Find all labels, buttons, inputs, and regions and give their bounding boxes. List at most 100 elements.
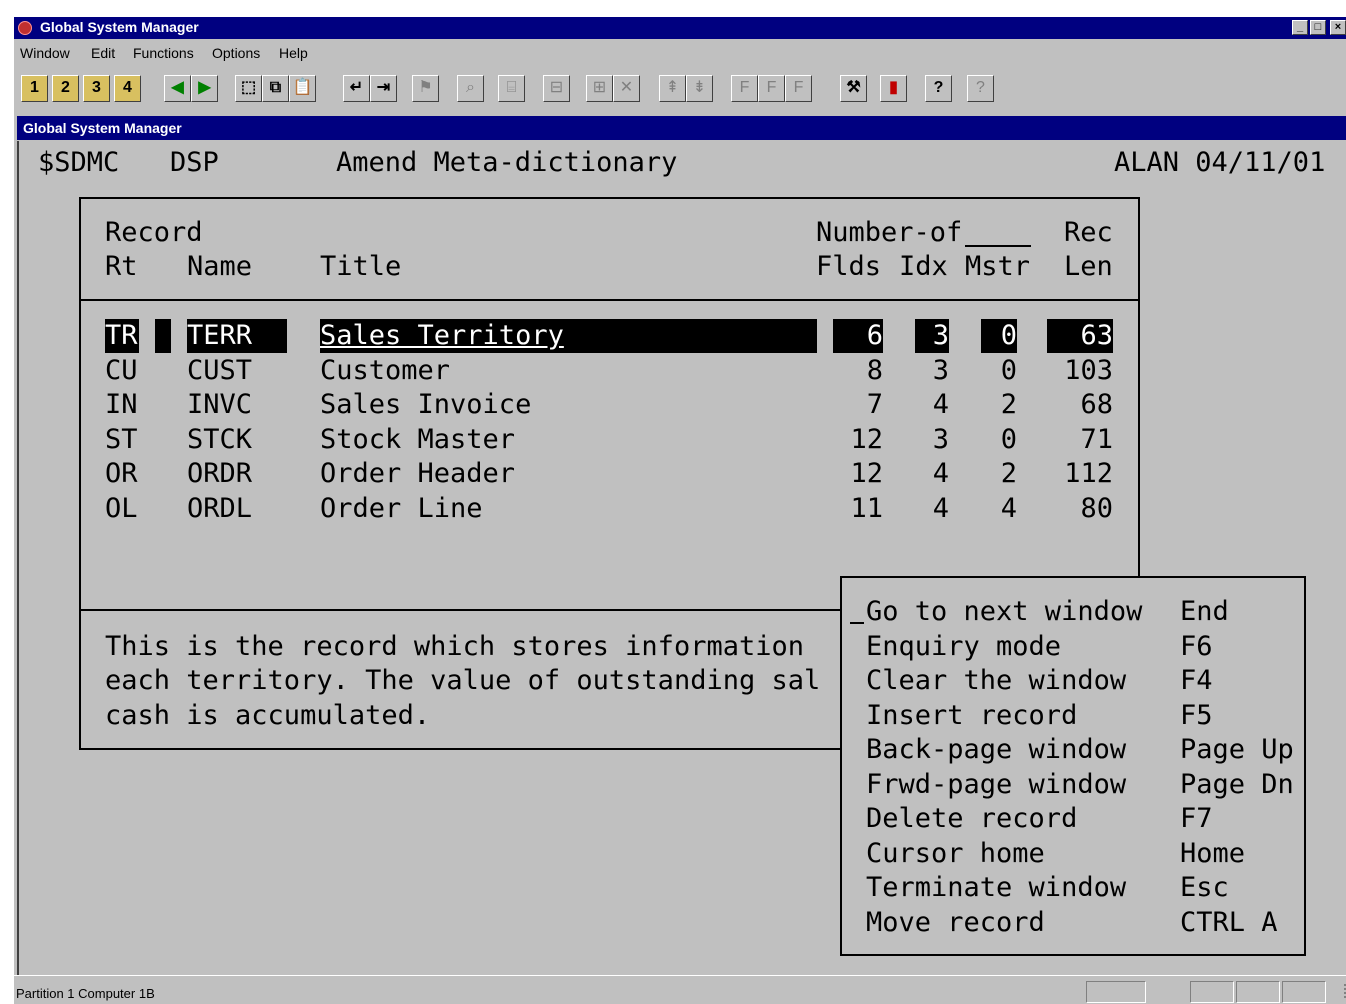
minimize-icon[interactable]: _ xyxy=(1292,20,1308,35)
row-rt-field[interactable]: CU xyxy=(105,354,138,388)
column-header-len: Len xyxy=(1064,251,1113,282)
menu-item-label[interactable]: Go to next window xyxy=(866,595,1142,629)
search-icon[interactable]: ⌕ xyxy=(457,75,484,102)
menu-item-label[interactable]: Clear the window xyxy=(866,664,1126,698)
row-len-field[interactable]: 63 xyxy=(1047,319,1113,353)
help-icon[interactable]: ? xyxy=(925,75,952,102)
chart-icon[interactable]: ▮ xyxy=(880,75,907,102)
row-len-field[interactable]: 112 xyxy=(1047,457,1113,491)
row-name-field[interactable]: TERR xyxy=(187,319,287,353)
main-title-bar[interactable]: Global System Manager _ □ × xyxy=(14,17,1346,39)
row-mstr-field[interactable]: 0 xyxy=(981,354,1017,388)
row-title-field[interactable]: Customer xyxy=(320,354,450,388)
row-name-field[interactable]: INVC xyxy=(187,388,252,422)
exit-door-icon[interactable]: ⇥ xyxy=(370,75,397,102)
row-title-field[interactable]: Stock Master xyxy=(320,423,515,457)
row-idx-field[interactable]: 3 xyxy=(915,319,949,353)
disabled-tool-icon[interactable]: ⚑ xyxy=(412,75,439,102)
row-flds-field[interactable]: 6 xyxy=(833,319,883,353)
menu-options[interactable]: Options xyxy=(212,45,260,61)
maximize-icon[interactable]: □ xyxy=(1310,20,1326,35)
menu-item-label[interactable]: Cursor home xyxy=(866,837,1045,871)
row-mstr-field[interactable]: 0 xyxy=(981,319,1017,353)
paste-icon[interactable]: 📋 xyxy=(289,75,316,102)
tools-icon[interactable]: ⚒ xyxy=(840,75,867,102)
menu-item-key: Page Up xyxy=(1180,734,1294,765)
resize-grip-icon[interactable] xyxy=(1330,984,1346,998)
partition-1-button[interactable]: 1 xyxy=(21,75,48,102)
inner-title-bar[interactable]: Global System Manager xyxy=(17,116,1346,140)
menu-item-label[interactable]: Enquiry mode xyxy=(866,630,1061,664)
row-flds-field[interactable]: 11 xyxy=(833,492,883,526)
row-rt-field[interactable]: OR xyxy=(105,457,138,491)
row-idx-field[interactable]: 3 xyxy=(915,354,949,388)
page-down-icon[interactable]: ⇟ xyxy=(686,75,713,102)
copy-icon[interactable]: ⧉ xyxy=(262,75,289,102)
menu-functions[interactable]: Functions xyxy=(133,45,194,61)
menu-item-label[interactable]: Delete record xyxy=(866,802,1077,836)
row-rt-field[interactable]: IN xyxy=(105,388,138,422)
row-title-field[interactable]: Order Line xyxy=(320,492,483,526)
menu-item-key: CTRL A xyxy=(1180,907,1278,938)
menu-item-label[interactable]: Move record xyxy=(866,906,1045,940)
column-header-rt: Rt xyxy=(105,251,138,282)
row-name-field[interactable]: CUST xyxy=(187,354,252,388)
column-header-mstr: Mstr xyxy=(965,251,1031,282)
row-idx-field[interactable]: 4 xyxy=(915,388,949,422)
menu-item-label[interactable]: Back-page window xyxy=(866,733,1126,767)
row-rt-field[interactable]: OL xyxy=(105,492,138,526)
row-len-field[interactable]: 68 xyxy=(1047,388,1113,422)
menu-item-label[interactable]: Frwd-page window xyxy=(866,768,1126,802)
partition-2-button[interactable]: 2 xyxy=(52,75,79,102)
page-up-icon[interactable]: ⇞ xyxy=(659,75,686,102)
row-rt-field[interactable]: ST xyxy=(105,423,138,457)
insert-row-icon[interactable]: ⊞ xyxy=(586,75,613,102)
row-flds-field[interactable]: 12 xyxy=(833,423,883,457)
row-mstr-field[interactable]: 4 xyxy=(981,492,1017,526)
enter-icon[interactable]: ↵ xyxy=(343,75,370,102)
delete-row-icon[interactable]: ✕ xyxy=(613,75,640,102)
row-flds-field[interactable]: 8 xyxy=(833,354,883,388)
find-icon[interactable]: ⌸ xyxy=(498,75,525,102)
row-mstr-field[interactable]: 2 xyxy=(981,388,1017,422)
row-title-field[interactable]: Sales Invoice xyxy=(320,388,531,422)
app-icon[interactable] xyxy=(18,21,32,35)
close-icon[interactable]: × xyxy=(1330,20,1346,35)
row-len-field[interactable]: 80 xyxy=(1047,492,1113,526)
partition-3-button[interactable]: 3 xyxy=(83,75,110,102)
column-header-idx: Idx xyxy=(899,251,948,282)
menu-item-label[interactable]: Insert record xyxy=(866,699,1077,733)
f3-key-icon[interactable]: F xyxy=(785,75,812,102)
row-idx-field[interactable]: 4 xyxy=(915,457,949,491)
column-header-record: Record xyxy=(105,217,203,248)
form-icon[interactable]: ⊟ xyxy=(543,75,570,102)
partition-4-button[interactable]: 4 xyxy=(114,75,141,102)
inner-window-title: Global System Manager xyxy=(23,120,182,136)
row-title-field[interactable]: Order Header xyxy=(320,457,515,491)
row-rt-field[interactable]: TR xyxy=(105,319,139,353)
menu-window[interactable]: Window xyxy=(20,45,70,61)
previous-arrow-icon[interactable]: ◀ xyxy=(164,75,191,102)
row-flds-field[interactable]: 12 xyxy=(833,457,883,491)
row-mstr-field[interactable]: 0 xyxy=(981,423,1017,457)
row-len-field[interactable]: 103 xyxy=(1047,354,1113,388)
row-name-field[interactable]: ORDR xyxy=(187,457,252,491)
menu-help[interactable]: Help xyxy=(279,45,308,61)
column-header-rec: Rec xyxy=(1064,217,1113,248)
row-name-field[interactable]: ORDL xyxy=(187,492,252,526)
f2-key-icon[interactable]: F xyxy=(758,75,785,102)
row-title-field[interactable]: Sales Territory xyxy=(320,319,817,353)
row-idx-field[interactable]: 3 xyxy=(915,423,949,457)
window-title: Global System Manager xyxy=(40,19,199,35)
f1-key-icon[interactable]: F xyxy=(731,75,758,102)
row-len-field[interactable]: 71 xyxy=(1047,423,1113,457)
context-help-icon[interactable]: ? xyxy=(967,75,994,102)
row-name-field[interactable]: STCK xyxy=(187,423,252,457)
next-arrow-icon[interactable]: ▶ xyxy=(191,75,218,102)
select-icon[interactable]: ⬚ xyxy=(235,75,262,102)
menu-edit[interactable]: Edit xyxy=(91,45,115,61)
row-mstr-field[interactable]: 2 xyxy=(981,457,1017,491)
row-idx-field[interactable]: 4 xyxy=(915,492,949,526)
menu-item-label[interactable]: Terminate window xyxy=(866,871,1126,905)
row-flds-field[interactable]: 7 xyxy=(833,388,883,422)
